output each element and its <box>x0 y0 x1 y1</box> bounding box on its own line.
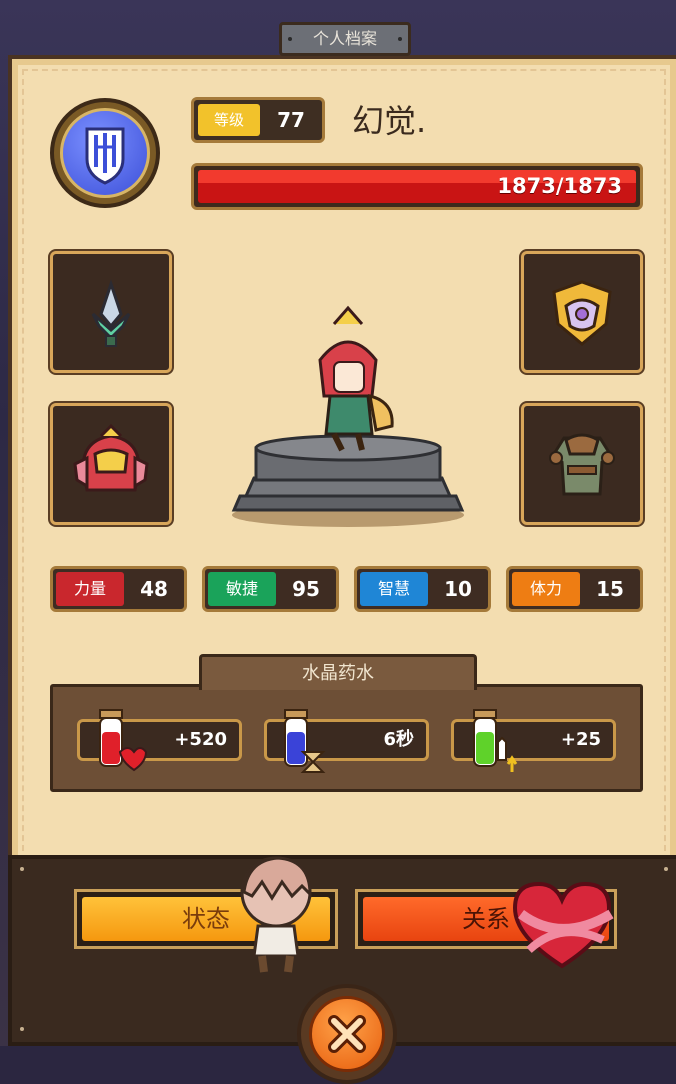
time-potion-icon <box>284 709 326 773</box>
rivet-icon <box>664 867 668 871</box>
red-helmet-icon <box>73 423 149 492</box>
potion-power[interactable]: +25 <box>451 709 616 772</box>
gem-crest-icon <box>552 280 612 346</box>
equip-slot-helmet[interactable] <box>50 403 172 525</box>
level-label: 等级 <box>198 104 260 136</box>
window-title: 个人档案 <box>312 29 377 48</box>
stat-value: 95 <box>292 577 320 601</box>
close-button[interactable] <box>297 984 397 1084</box>
potion-time-value: 6秒 <box>383 729 414 750</box>
rivet-icon <box>398 37 402 41</box>
stat-agility: 敏捷 95 <box>202 566 339 612</box>
hero-character <box>318 305 394 452</box>
equip-slot-armor[interactable] <box>521 403 643 525</box>
stat-label: 敏捷 <box>208 572 276 606</box>
stat-value: 10 <box>444 577 472 601</box>
power-potion-icon <box>473 709 518 772</box>
stat-label: 体力 <box>512 572 580 606</box>
hp-text: 1873/1873 <box>497 174 622 198</box>
shield-emblem-icon <box>60 108 150 198</box>
rivet-icon <box>20 867 24 871</box>
leather-armor-icon <box>549 433 615 496</box>
close-icon <box>309 996 385 1072</box>
potion-panel-title: 水晶药水 <box>199 654 477 690</box>
potion-time[interactable]: 6秒 <box>264 709 429 773</box>
heal-potion-icon <box>99 709 148 772</box>
hp-bar: 1873/1873 <box>191 163 643 210</box>
equip-slot-weapon[interactable] <box>50 251 172 373</box>
potion-heal[interactable]: +520 <box>77 709 242 772</box>
stat-value: 48 <box>140 577 168 601</box>
spear-tip-icon <box>91 279 131 347</box>
player-name: 幻觉. <box>352 102 427 140</box>
heart-icon <box>512 881 614 969</box>
level-value: 77 <box>277 108 305 132</box>
chibi-character-icon <box>240 856 312 973</box>
potion-power-value: +25 <box>560 729 601 750</box>
equip-slot-accessory[interactable] <box>521 251 643 373</box>
stat-strength: 力量 48 <box>50 566 187 612</box>
stat-stamina: 体力 15 <box>506 566 643 612</box>
potion-heal-value: +520 <box>174 729 227 750</box>
stat-value: 15 <box>596 577 624 601</box>
stat-label: 智慧 <box>360 572 428 606</box>
character-display <box>230 300 470 530</box>
rivet-icon <box>20 1027 24 1031</box>
window-title-tab: 个人档案 <box>279 22 411 56</box>
level-badge: 等级 77 <box>191 97 325 143</box>
rivet-icon <box>288 37 292 41</box>
stat-wisdom: 智慧 10 <box>354 566 491 612</box>
guild-emblem[interactable] <box>50 98 160 208</box>
stat-label: 力量 <box>56 572 124 606</box>
